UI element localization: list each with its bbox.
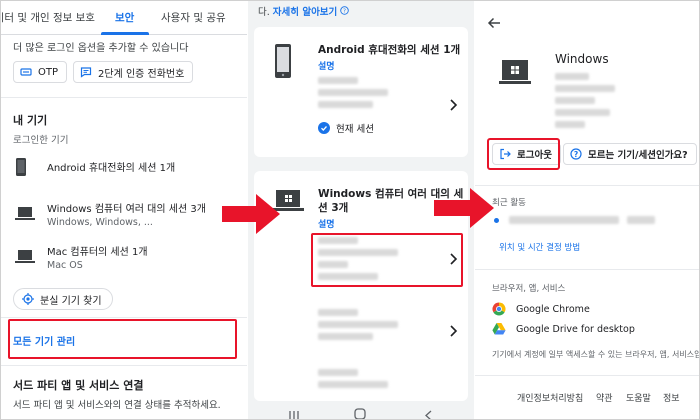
tab-security[interactable]: 보안 bbox=[115, 1, 134, 35]
laptop-icon bbox=[15, 206, 35, 226]
red-arrow-1 bbox=[222, 194, 280, 234]
locate-icon bbox=[22, 293, 34, 305]
footer-privacy-link[interactable]: 개인정보처리방침 bbox=[517, 391, 583, 404]
check-circle-icon bbox=[318, 122, 330, 134]
redacted-info bbox=[318, 101, 373, 108]
otp-label: OTP bbox=[38, 66, 59, 78]
device-name: Mac 컴퓨터의 세션 1개 bbox=[47, 247, 148, 258]
find-lost-device-label: 분실 기기 찾기 bbox=[40, 295, 102, 307]
windows-explain-link[interactable]: 설명 bbox=[318, 217, 335, 230]
two-step-label: 2단계 인증 전화번호 bbox=[98, 68, 185, 80]
otp-icon bbox=[20, 66, 32, 78]
find-lost-device-button[interactable]: 분실 기기 찾기 bbox=[13, 288, 113, 310]
redacted-info bbox=[318, 381, 388, 388]
redacted-info bbox=[318, 321, 398, 328]
phone-icon bbox=[274, 43, 292, 83]
chevron-right-icon[interactable] bbox=[448, 323, 458, 337]
otp-button[interactable]: OTP bbox=[13, 61, 68, 83]
red-arrow-2 bbox=[434, 188, 494, 228]
location-info-link[interactable]: 위치 및 시간 결정 방법 bbox=[499, 241, 580, 253]
divider bbox=[1, 97, 247, 98]
android-session-title: Android 휴대전화의 세션 1개 bbox=[318, 44, 461, 56]
device-row-android[interactable]: Android 휴대전화의 세션 1개 bbox=[15, 157, 245, 183]
recent-activity-label: 최근 활동 bbox=[492, 198, 526, 208]
service-chrome: Google Chrome bbox=[492, 302, 590, 316]
current-session-badge: 현재 세션 bbox=[318, 121, 374, 135]
highlight-box-logout bbox=[487, 138, 560, 170]
redacted-info bbox=[318, 333, 373, 340]
recents-icon[interactable] bbox=[288, 406, 300, 419]
two-step-phone-button[interactable]: 2단계 인증 전화번호 bbox=[73, 61, 194, 83]
redacted-info bbox=[318, 77, 358, 84]
divider bbox=[1, 365, 247, 366]
current-session-label: 현재 세션 bbox=[336, 124, 374, 135]
signin-options-intro: 더 많은 로그인 옵션을 추가할 수 있습니다 bbox=[13, 43, 189, 54]
security-panel: 데이터 및 개인 정보 보호 보안 사용자 및 공유 더 많은 로그인 옵션을 … bbox=[1, 1, 247, 419]
chrome-icon bbox=[492, 302, 506, 316]
footer-help-link[interactable]: 도움말 bbox=[626, 391, 651, 404]
tab-people-sharing[interactable]: 사용자 및 공유 bbox=[161, 1, 226, 35]
divider bbox=[475, 269, 699, 270]
help-icon: ? bbox=[340, 6, 350, 18]
redacted-info bbox=[509, 216, 619, 224]
windows-device-detail-panel: Windows 로그아웃 ? 모르는 기기/세션인가요? 최근 활동 위치 및 … bbox=[475, 1, 699, 419]
tab-data-privacy[interactable]: 데이터 및 개인 정보 보호 bbox=[1, 1, 95, 35]
laptop-icon bbox=[499, 59, 531, 89]
access-note: 기기에서 계정에 일부 액세스할 수 있는 브라우저, 앱, 서비스입니다 bbox=[492, 350, 699, 359]
signed-in-devices-label: 로그인한 기기 bbox=[13, 135, 69, 146]
divider bbox=[1, 317, 247, 318]
back-nav-icon[interactable] bbox=[424, 406, 434, 419]
home-icon[interactable] bbox=[354, 405, 366, 419]
redacted-info bbox=[627, 216, 655, 224]
footer-about-link[interactable]: 정보 bbox=[663, 391, 680, 404]
chevron-right-icon[interactable] bbox=[448, 97, 458, 111]
device-row-mac[interactable]: Mac 컴퓨터의 세션 1개 Mac OS bbox=[15, 243, 245, 277]
service-name: Google Chrome bbox=[516, 303, 590, 315]
active-tab-indicator bbox=[101, 32, 149, 35]
svg-text:?: ? bbox=[343, 9, 346, 15]
learn-more-link[interactable]: 자세히 알아보기 bbox=[273, 7, 338, 18]
third-party-subtitle: 서드 파티 앱 및 서비스와의 연결 상태를 추적하세요. bbox=[13, 400, 221, 411]
divider bbox=[475, 185, 699, 186]
top-prefix: 다. bbox=[258, 7, 270, 18]
divider bbox=[475, 375, 699, 376]
redacted-info bbox=[555, 109, 610, 116]
device-name: Windows 컴퓨터 여러 대의 세션 3개 bbox=[47, 204, 206, 215]
phone-icon bbox=[15, 157, 27, 181]
device-name: Android 휴대전화의 세션 1개 bbox=[47, 163, 176, 174]
tab-bar: 데이터 및 개인 정보 보호 보안 사용자 및 공유 bbox=[1, 1, 247, 35]
android-explain-link[interactable]: 설명 bbox=[318, 59, 335, 72]
footer-terms-link[interactable]: 약관 bbox=[596, 391, 613, 404]
android-nav-bar bbox=[248, 405, 474, 419]
my-devices-title: 내 기기 bbox=[13, 114, 48, 127]
unknown-device-label: 모르는 기기/세션인가요? bbox=[588, 150, 688, 161]
device-os: Windows, Windows, ... bbox=[47, 217, 153, 228]
redacted-info bbox=[555, 85, 615, 92]
laptop-icon bbox=[15, 249, 35, 269]
third-party-title: 서드 파티 앱 및 서비스 연결 bbox=[13, 379, 144, 392]
service-drive: Google Drive for desktop bbox=[492, 322, 635, 336]
redacted-info bbox=[555, 73, 589, 80]
device-row-windows[interactable]: Windows 컴퓨터 여러 대의 세션 3개 Windows, Windows… bbox=[15, 200, 245, 234]
redacted-info bbox=[318, 89, 388, 96]
message-icon bbox=[80, 66, 92, 78]
unknown-device-button[interactable]: ? 모르는 기기/세션인가요? bbox=[563, 143, 697, 165]
device-os: Mac OS bbox=[47, 260, 83, 271]
help-icon: ? bbox=[570, 148, 582, 160]
svg-text:?: ? bbox=[574, 150, 578, 159]
redacted-info bbox=[555, 121, 585, 128]
redacted-info bbox=[555, 97, 595, 104]
learn-more-line: 다. 자세히 알아보기 ? bbox=[258, 4, 350, 18]
back-arrow-icon[interactable] bbox=[487, 15, 501, 29]
highlight-box-session bbox=[311, 233, 463, 287]
service-name: Google Drive for desktop bbox=[516, 323, 635, 335]
browsers-apps-header: 브라우저, 앱, 서비스 bbox=[492, 284, 566, 294]
redacted-info bbox=[318, 309, 358, 316]
highlight-box-manage-devices bbox=[8, 319, 237, 359]
redacted-info bbox=[318, 369, 358, 376]
drive-icon bbox=[492, 322, 506, 336]
android-session-card: Android 휴대전화의 세션 1개 설명 현재 세션 bbox=[254, 27, 468, 157]
device-title: Windows bbox=[555, 52, 609, 66]
